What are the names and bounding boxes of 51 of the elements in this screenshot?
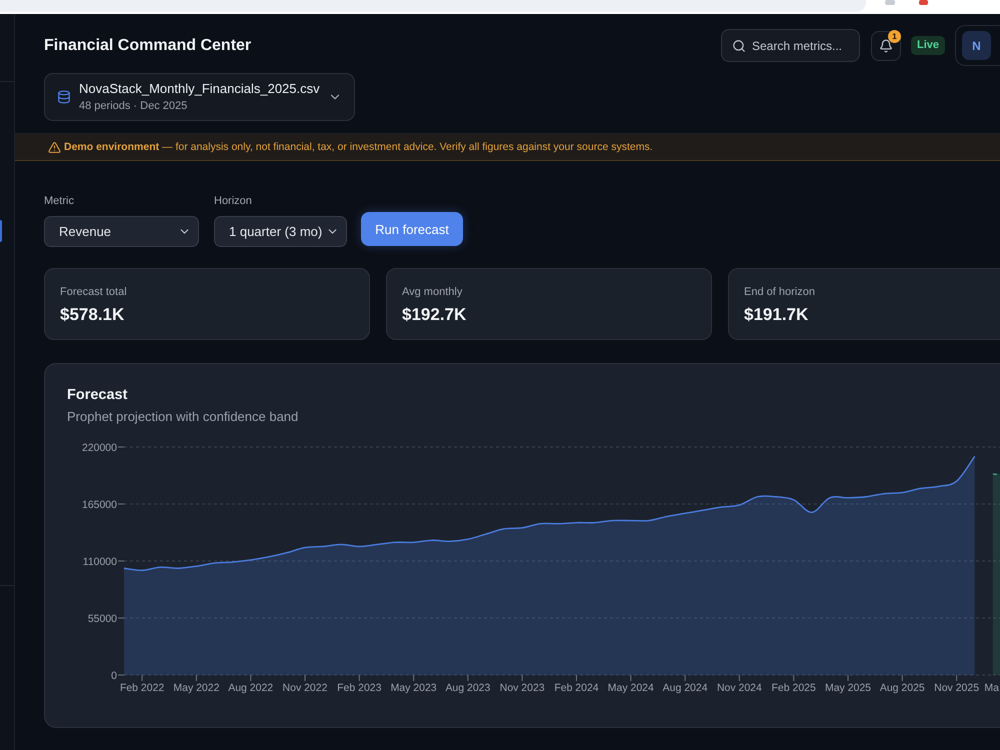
field-label: Horizon <box>214 195 253 208</box>
file-meta: 48 periods · Dec 2025 <box>79 99 188 113</box>
user-menu-button[interactable]: N <box>955 25 1000 66</box>
status-badge: Live <box>910 36 945 55</box>
warning-icon <box>48 140 61 154</box>
dataset-selector[interactable]: NovaStack_Monthly_Financials_2025.csv 48 periods · Dec 2025 <box>44 73 355 121</box>
chart-subtitle: Prophet projection with confidence band <box>67 409 300 425</box>
bell-icon <box>878 38 893 52</box>
user-avatar: N <box>962 31 991 60</box>
x-axis-label: May 2024 <box>608 683 654 694</box>
chart-title: Forecast <box>67 386 128 404</box>
file-name: NovaStack_Monthly_Financials_2025.csv <box>79 81 320 97</box>
x-axis-label: Feb 2022 <box>120 683 164 694</box>
y-axis-label: 220000 <box>82 443 117 454</box>
kpi-value: $578.1K <box>60 304 126 326</box>
search-button[interactable]: Search metrics... <box>720 29 860 62</box>
x-axis-label: Feb 2023 <box>337 683 382 694</box>
y-axis-label: 55000 <box>88 614 117 625</box>
x-axis-label: Feb 2025 <box>772 683 816 694</box>
x-axis-label: Nov 2023 <box>500 683 545 694</box>
x-axis-label: Aug 2023 <box>445 683 490 694</box>
kpi-label: Avg monthly <box>402 285 464 299</box>
notice-text: Demo environment — for analysis only, not financial, tax, or investment advice. Verify all figures against your source systems. <box>64 141 653 153</box>
x-axis-label: Nov 2024 <box>716 683 762 694</box>
y-axis-label: 0 <box>111 671 117 682</box>
kpi-value: $191.7K <box>744 304 810 326</box>
x-axis-label: Aug 2024 <box>662 683 708 694</box>
y-axis-label: 165000 <box>82 500 117 511</box>
x-axis-label: May 2025 <box>824 683 872 694</box>
page-title: Financial Command Center <box>44 36 252 56</box>
select-field[interactable]: Revenue <box>44 216 199 247</box>
search-icon <box>732 38 746 52</box>
run-forecast-button[interactable]: Run forecast <box>361 212 463 246</box>
x-axis-label: Aug 2025 <box>880 683 925 694</box>
x-axis-label: Aug 2022 <box>228 683 274 694</box>
notification-badge: 1 <box>888 30 901 42</box>
field-label: Metric <box>44 195 75 208</box>
select-field[interactable]: 1 quarter (3 mo) <box>214 216 347 247</box>
x-axis-label: Nov 2022 <box>282 683 328 694</box>
database-icon <box>57 90 71 104</box>
x-axis-label: Ma <box>984 683 999 694</box>
kpi-label: Forecast total <box>60 285 128 299</box>
kpi-label: End of horizon <box>744 285 816 299</box>
x-axis-label: May 2022 <box>173 683 220 694</box>
kpi-value: $192.7K <box>402 304 468 326</box>
x-axis-label: Nov 2025 <box>934 683 980 694</box>
x-axis-label: Feb 2024 <box>554 683 599 694</box>
active-nav-indicator <box>0 220 2 242</box>
browser-toolbar-icon[interactable] <box>919 0 928 5</box>
y-axis-label: 110000 <box>82 557 117 568</box>
x-axis-label: May 2023 <box>390 683 437 694</box>
